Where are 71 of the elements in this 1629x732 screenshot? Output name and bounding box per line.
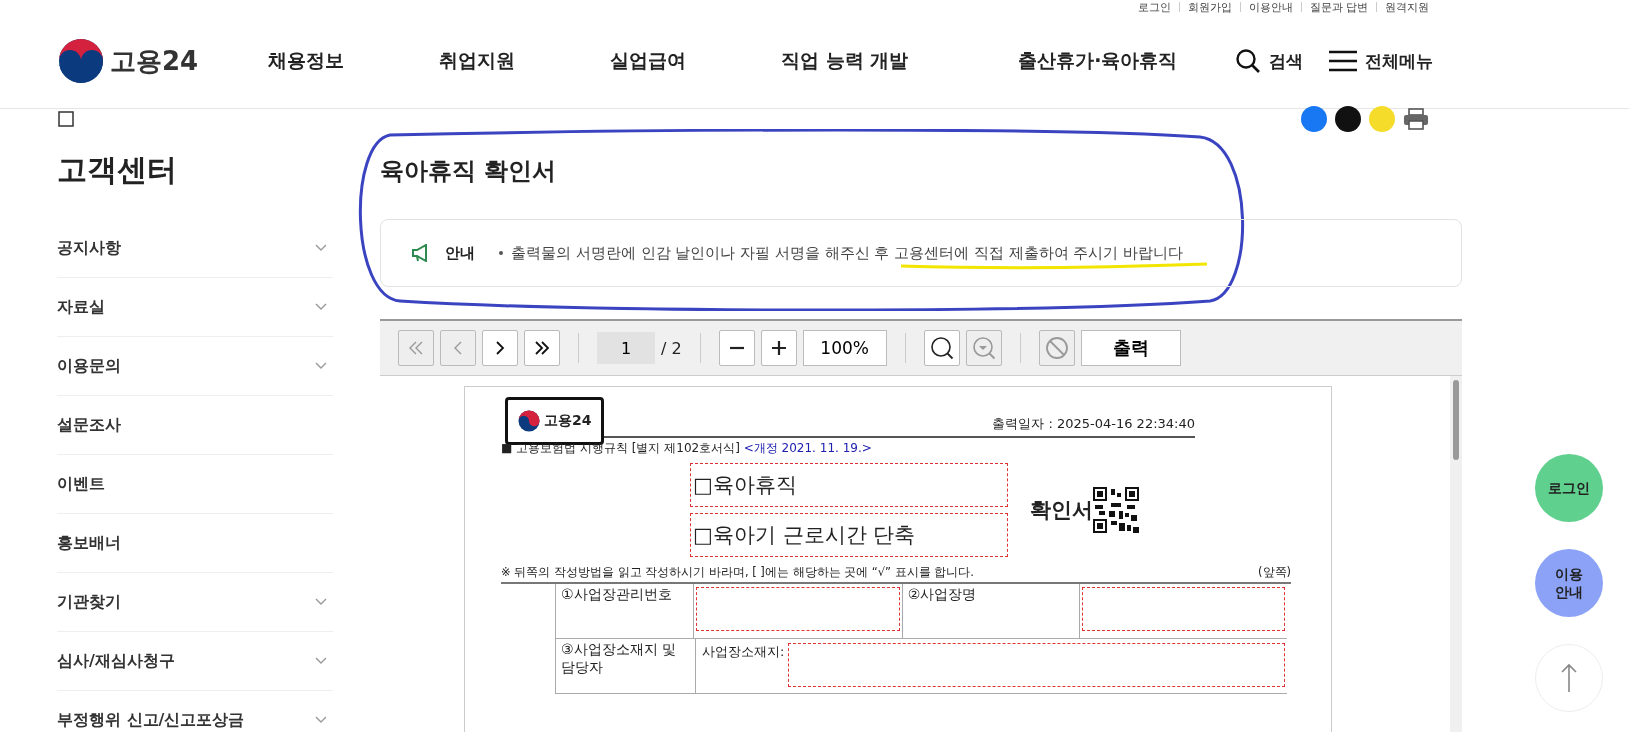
search-button[interactable]: 검색 bbox=[1235, 48, 1304, 74]
zoom-area-button[interactable] bbox=[965, 330, 1002, 366]
arrow-up-icon bbox=[1561, 663, 1577, 693]
print-icon[interactable] bbox=[1403, 108, 1429, 130]
field-label: ②사업장명 bbox=[901, 584, 1080, 638]
sidebar-item[interactable]: 설문조사 bbox=[57, 396, 333, 455]
document-logo: 고용24 bbox=[505, 397, 605, 445]
sidebar-item[interactable]: 자료실 bbox=[57, 278, 333, 337]
sidebar-item[interactable]: 부정행위 신고/신고포상금 bbox=[57, 691, 333, 732]
nav-link[interactable]: 채용정보 bbox=[268, 48, 344, 74]
qr-code-drawing bbox=[1093, 487, 1139, 533]
emblem-icon bbox=[518, 410, 540, 432]
notice-label: 안내 bbox=[445, 243, 475, 263]
notice-text: 출력물의 서명란에 인감 날인이나 자필 서명을 해주신 후 고용센터에 직접 제출하여 주시기 바랍니다 bbox=[511, 243, 1184, 263]
input-field[interactable] bbox=[1081, 587, 1285, 631]
magnifier-down-icon bbox=[971, 336, 996, 360]
search-icon bbox=[929, 336, 954, 360]
field-label: ①사업장관리번호 bbox=[556, 584, 695, 638]
sidebar-item[interactable]: 기관찾기 bbox=[57, 573, 333, 632]
sidebar-item[interactable]: 공지사항 bbox=[57, 219, 333, 278]
utility-link[interactable]: 질문과 답변 bbox=[1309, 0, 1368, 15]
page-title: 육아휴직 확인서 bbox=[380, 156, 558, 187]
input-field[interactable] bbox=[788, 643, 1285, 687]
scrollbar-thumb[interactable] bbox=[1453, 380, 1459, 460]
bullet-icon bbox=[499, 251, 503, 255]
page-side-label: (앞쪽) bbox=[1258, 565, 1291, 580]
revision-date: <개정 2021. 11. 19.> bbox=[743, 441, 872, 455]
nav-link[interactable]: 출산휴가·육아휴직 bbox=[1018, 48, 1178, 74]
search-button[interactable] bbox=[923, 330, 960, 366]
zoom-select[interactable]: 100% bbox=[802, 330, 887, 366]
utility-link[interactable]: 이용안내 bbox=[1248, 0, 1293, 15]
zoom-out-button[interactable] bbox=[718, 330, 755, 366]
field-label: 사업장소재지: bbox=[702, 643, 785, 661]
search-icon bbox=[1235, 48, 1262, 74]
plus-icon bbox=[770, 340, 787, 356]
sidebar-item[interactable]: 홍보배너 bbox=[57, 514, 333, 573]
site-logo[interactable]: 고용24 bbox=[58, 38, 208, 84]
page-nav-button[interactable] bbox=[524, 330, 560, 366]
page-nav-button[interactable] bbox=[482, 330, 518, 366]
right-icon bbox=[495, 340, 505, 356]
page-total: / 2 bbox=[661, 338, 682, 358]
input-field[interactable] bbox=[696, 587, 900, 631]
form-option-field: □육아기 근로시간 단축 bbox=[690, 513, 1008, 557]
double-right-icon bbox=[534, 340, 550, 356]
field-label: ③사업장소재지 및 담당자 bbox=[556, 639, 696, 693]
floating-button[interactable]: 이용 안내 bbox=[1535, 549, 1603, 617]
sidebar-title: 고객센터 bbox=[57, 151, 178, 189]
page-number-field[interactable]: 1 bbox=[597, 332, 655, 364]
left-icon bbox=[453, 340, 463, 356]
form-option-field: □육아휴직 bbox=[690, 463, 1008, 507]
sidebar-item[interactable]: 이용문의 bbox=[57, 337, 333, 396]
instruction-text: ※ 뒤쪽의 작성방법을 읽고 작성하시기 바라며, [ ]에는 해당하는 곳에 “√” 표시를 합니다. bbox=[501, 565, 975, 580]
form-title: 확인서 bbox=[1030, 497, 1093, 524]
utility-link[interactable]: 원격지원 bbox=[1385, 0, 1429, 15]
nav-link[interactable]: 실업급여 bbox=[610, 48, 686, 74]
nav-link[interactable]: 취업지원 bbox=[439, 48, 515, 74]
menu-icon bbox=[1329, 50, 1358, 72]
print-button[interactable]: 출력 bbox=[1080, 330, 1181, 366]
nav-link[interactable]: 직업 능력 개발 bbox=[781, 48, 909, 74]
cancel-button[interactable] bbox=[1038, 330, 1075, 366]
full-menu-button[interactable]: 전체메뉴 bbox=[1329, 49, 1434, 73]
utility-link[interactable]: 로그인 bbox=[1137, 0, 1171, 15]
zoom-in-button[interactable] bbox=[760, 330, 797, 366]
sidebar-item[interactable]: 이벤트 bbox=[57, 455, 333, 514]
emblem-icon bbox=[58, 38, 104, 84]
utility-link[interactable]: 회원가입 bbox=[1187, 0, 1232, 15]
print-date: 출력일자 : 2025-04-16 22:34:40 bbox=[992, 415, 1195, 433]
prohibited-icon bbox=[1044, 336, 1069, 360]
double-left-icon bbox=[408, 340, 424, 356]
sidebar-item[interactable]: 심사/재심사청구 bbox=[57, 632, 333, 691]
floating-button[interactable]: 로그인 bbox=[1535, 454, 1603, 522]
